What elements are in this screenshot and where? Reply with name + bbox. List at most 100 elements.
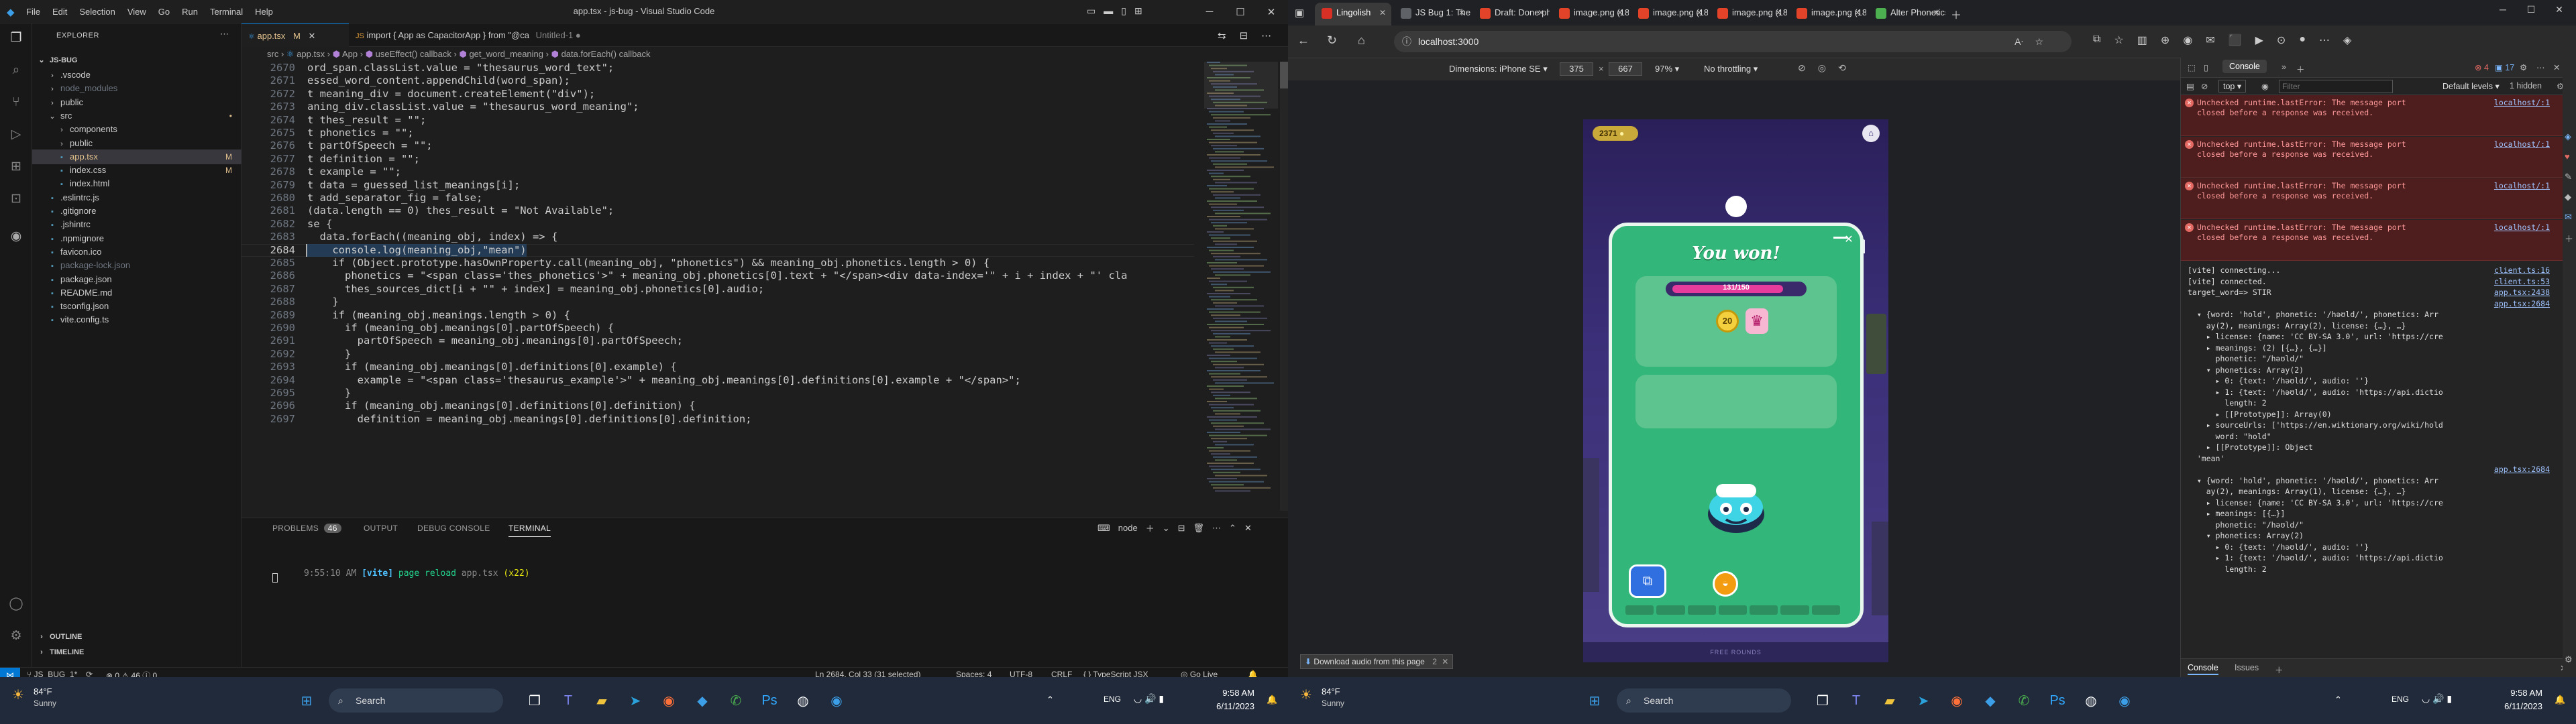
close-panel-icon[interactable]: ✕ <box>1244 523 1252 534</box>
console-log-line[interactable]: [vite] connecting... client.ts:16 <box>2181 265 2576 275</box>
problems-status[interactable]: ⊗ 0 ⚠ 46 ⓘ 0 <box>106 670 157 677</box>
menu-selection[interactable]: Selection <box>73 7 121 17</box>
zoom-select[interactable]: 97% ▾ <box>1655 64 1679 74</box>
tab-terminal[interactable]: TERMINAL <box>508 524 551 537</box>
minimap[interactable] <box>1204 62 1278 511</box>
explorer-more-icon[interactable]: ⋯ <box>220 29 229 40</box>
toggle-secondary-sidebar-icon[interactable]: ▯ <box>1121 5 1126 17</box>
encoding[interactable]: UTF-8 <box>1010 670 1032 677</box>
language-indicator[interactable]: ENG <box>2392 695 2409 704</box>
outlook-icon[interactable]: ✉ <box>2565 212 2572 223</box>
maximize-icon[interactable]: ☐ <box>1225 0 1256 23</box>
breadcrumb-item[interactable]: App <box>342 49 358 59</box>
code-line[interactable]: t partOfSpeech = ""; <box>307 139 433 152</box>
code-line[interactable]: t definition = ""; <box>307 153 420 166</box>
extension-icon[interactable]: ▶ <box>2255 34 2263 47</box>
terminal-output[interactable]: 9:55:10 AM [vite] page reload app.tsx (x… <box>272 558 530 589</box>
start-windows-icon[interactable]: ⊞ <box>295 689 318 712</box>
console-log-line[interactable]: ▸ license: {name: 'CC BY-SA 3.0', url: '… <box>2181 332 2576 341</box>
git-branch[interactable]: ⑂ JS_BUG_1* <box>27 670 77 677</box>
tray-chevron-icon[interactable]: ⌃ <box>2334 695 2342 705</box>
notification-bell-icon[interactable]: 🔔 <box>1267 695 1277 705</box>
console-log-line[interactable]: ▸ [[Prototype]]: Array(0) <box>2181 410 2576 419</box>
console-log-line[interactable]: phonetic: "/həʊld/" <box>2181 520 2576 530</box>
source-link[interactable]: localhost/:1 <box>2494 98 2550 108</box>
whatsapp-icon[interactable]: ✆ <box>724 689 747 712</box>
menu-go[interactable]: Go <box>152 7 176 17</box>
settings-gear-icon[interactable]: ⚙ <box>8 628 24 644</box>
eye-icon[interactable]: ◉ <box>2261 81 2269 91</box>
file-item[interactable]: ▪ vite.config.ts <box>32 312 241 327</box>
close-icon[interactable]: ✕ <box>2545 4 2573 15</box>
console-log-line[interactable]: ▾ phonetics: Array(2) <box>2181 365 2576 375</box>
extension-icon[interactable]: ◉ <box>2183 34 2192 47</box>
maximize-panel-icon[interactable]: ⌃ <box>1229 523 1236 534</box>
maps-icon[interactable]: ◉ <box>2113 689 2136 712</box>
code-line[interactable]: t data = guessed_list_meanings[i]; <box>307 179 520 192</box>
toggle-panel-icon[interactable]: ▬ <box>1104 5 1113 17</box>
menu-terminal[interactable]: Terminal <box>204 7 249 17</box>
menu-view[interactable]: View <box>121 7 152 17</box>
shopping-icon[interactable]: ♥ <box>2565 152 2570 162</box>
source-link[interactable]: app.tsx:2684 <box>2494 299 2550 308</box>
code-line[interactable]: phonetics = "<span class='thes_phonetics… <box>307 269 1127 282</box>
error-count[interactable]: ⊗ 4 <box>2475 62 2489 72</box>
tab-console[interactable]: Console <box>2222 60 2267 73</box>
vscode-icon[interactable]: ◆ <box>1979 689 2002 712</box>
console-log-line[interactable]: target_word=> STIR app.tsx:2438 <box>2181 288 2576 297</box>
file-item[interactable]: ▪ .jshintrc <box>32 217 241 232</box>
console-log-line[interactable]: ▸ meanings: (2) [{…}, {…}] <box>2181 343 2576 353</box>
folder-item[interactable]: › components <box>32 122 241 137</box>
throttle-select[interactable]: No throttling ▾ <box>1704 64 1758 74</box>
taskbar-search[interactable]: ⌕ Search <box>1617 688 1791 713</box>
code-line[interactable]: if (meaning_obj.meanings[0].definitions[… <box>307 400 696 412</box>
folder-item[interactable]: › public <box>32 136 241 151</box>
split-editor-icon[interactable]: ⊟ <box>1240 29 1248 42</box>
code-line[interactable]: console.log(meaning_obj,"mean") <box>307 243 527 257</box>
console-log-line[interactable]: ▸ meanings: [{…}] <box>2181 509 2576 518</box>
go-live-button[interactable]: ◎ Go Live <box>1181 670 1218 677</box>
file-item[interactable]: ▪ tsconfig.json <box>32 299 241 314</box>
firefox-icon[interactable]: ◉ <box>1945 689 1968 712</box>
console-log-line[interactable]: ▸ [[Prototype]]: Object <box>2181 442 2576 452</box>
sync-icon[interactable]: ⟳ <box>86 670 93 677</box>
code-line[interactable]: ord_span.classList.value = "thesaurus_wo… <box>307 62 614 74</box>
tab-close-icon[interactable]: ✕ <box>309 31 316 41</box>
new-tab-icon[interactable]: ＋ <box>2296 62 2305 75</box>
breadcrumb-item[interactable]: app.tsx <box>297 49 325 59</box>
app-icon[interactable]: ◍ <box>792 689 814 712</box>
share-button[interactable]: ⧉ <box>1629 564 1666 598</box>
code-line[interactable]: partOfSpeech = meaning_obj.meanings[0].p… <box>307 335 683 347</box>
weather-temp[interactable]: 84°F <box>1322 686 1340 697</box>
console-log-line[interactable]: [vite] connected. client.ts:53 <box>2181 277 2576 286</box>
task-view-icon[interactable]: ❐ <box>1811 689 1834 712</box>
code-line[interactable]: t phonetics = ""; <box>307 127 414 139</box>
workspaces-icon[interactable]: ▣ <box>1295 7 1304 19</box>
clock-time[interactable]: 9:58 AM <box>1201 688 1254 698</box>
collections-icon[interactable]: ⊕ <box>2161 34 2169 47</box>
wifi-icon[interactable]: ◡ 🔊 ▮ <box>2422 693 2452 705</box>
tab-untitled-1[interactable]: JS import { App as CapacitorApp } from "… <box>349 23 631 47</box>
file-item[interactable]: ▪ package.json <box>32 272 241 287</box>
start-windows-icon[interactable]: ⊞ <box>1583 689 1606 712</box>
tab-close-icon[interactable]: ✕ <box>1617 3 1623 23</box>
console-messages[interactable]: ✕ Unchecked runtime.lastError: The messag… <box>2181 95 2576 658</box>
tab-close-icon[interactable]: ✕ <box>1854 3 1861 23</box>
code-line[interactable]: se { <box>307 218 332 231</box>
console-log-line[interactable]: length: 2 <box>2181 398 2576 408</box>
console-log-line[interactable]: ay(2), meanings: Array(2), license: {…},… <box>2181 321 2576 330</box>
extension-icon[interactable]: ⧉ <box>2093 34 2100 47</box>
more-tabs-icon[interactable]: » <box>2282 62 2286 72</box>
console-log-line[interactable]: ay(2), meanings: Array(1), license: {…},… <box>2181 487 2576 496</box>
clock-time[interactable]: 9:58 AM <box>2489 688 2542 698</box>
teams-icon[interactable]: T <box>557 689 580 712</box>
minimize-icon[interactable]: ─ <box>2489 4 2517 15</box>
copilot-icon[interactable]: ◈ <box>2565 131 2571 142</box>
app-icon[interactable]: ◍ <box>2080 689 2102 712</box>
code-line[interactable]: thes_sources_dict[i + "" + index] = mean… <box>307 283 764 296</box>
wifi-icon[interactable]: ◡ 🔊 ▮ <box>1134 693 1164 705</box>
console-log-line[interactable]: ▸ 0: {text: '/həʊld/', audio: ''} <box>2181 376 2576 385</box>
menu-file[interactable]: File <box>20 7 46 17</box>
file-item[interactable]: ▪ index.html <box>32 176 241 191</box>
tab-close-icon[interactable]: ✕ <box>1379 3 1386 23</box>
